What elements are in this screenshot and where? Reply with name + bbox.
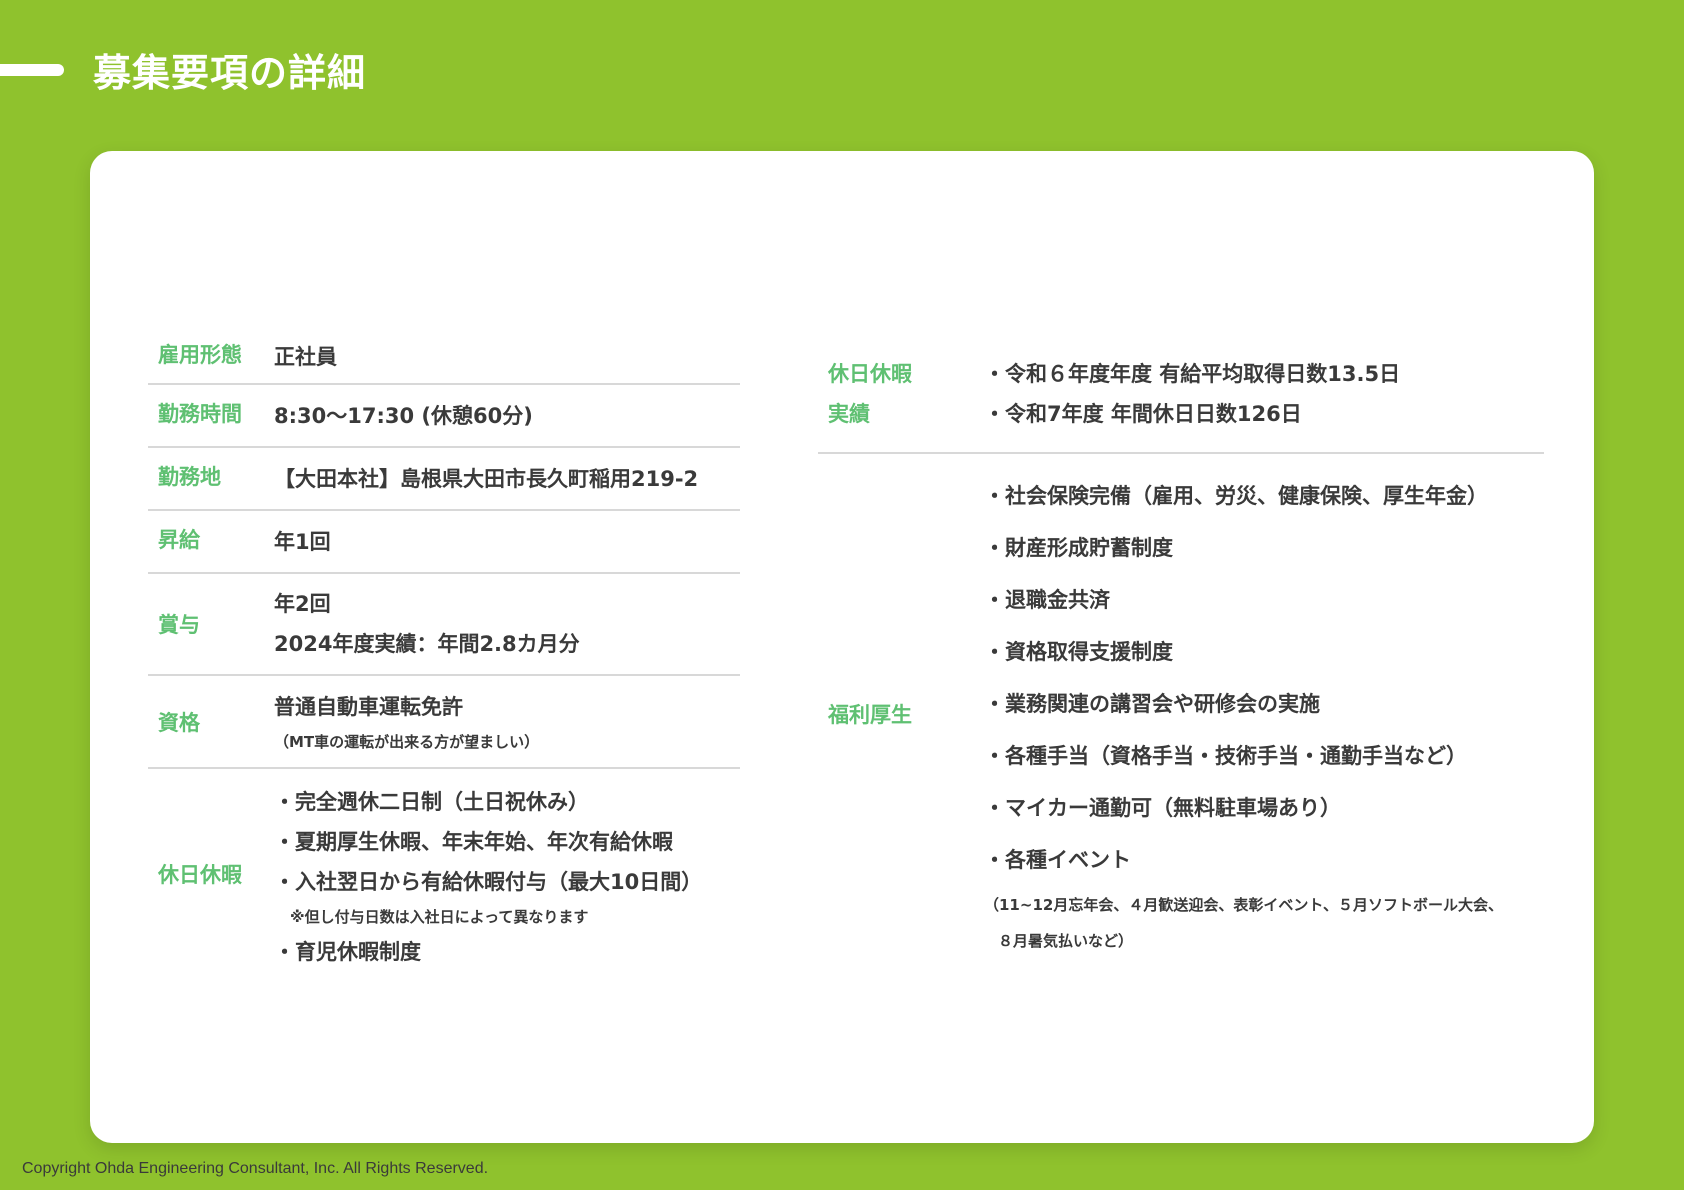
row-note: ８月暑気払いなど） <box>998 932 1134 950</box>
row-note: （11~12月忘年会、４月歓送迎会、表彰イベント、５月ソフトボール大会、 <box>984 896 1504 914</box>
row-raise: 昇給 年1回 <box>148 511 740 574</box>
row-value: ・入社翌日から有給休暇付与（最大10日間） <box>274 870 703 894</box>
row-label: 実績 <box>828 402 870 426</box>
row-label: 勤務地 <box>158 464 221 489</box>
copyright-text: Copyright Ohda Engineering Consultant, I… <box>22 1160 489 1177</box>
row-value: ・業務関連の講習会や研修会の実施 <box>984 692 1320 716</box>
page-title: 募集要項の詳細 <box>93 51 367 95</box>
row-value: ・各種手当（資格手当・技術手当・通勤手当など） <box>984 744 1467 768</box>
row-value: 8:30～17:30 (休憩60分) <box>274 403 533 428</box>
row-value: ・資格取得支援制度 <box>984 640 1173 664</box>
title-accent-bar <box>0 64 64 76</box>
row-value: ・社会保険完備（雇用、労災、健康保険、厚生年金） <box>984 484 1488 508</box>
row-value: ・令和7年度 年間休日日数126日 <box>984 402 1302 426</box>
row-qualification: 資格 普通自動車運転免許 （MT車の運転が出来る方が望ましい） <box>148 676 740 769</box>
left-table: 雇用形態 正社員 勤務時間 8:30～17:30 (休憩60分) 勤務地 【大田… <box>148 330 740 979</box>
row-value: 【大田本社】島根県大田市長久町稲用219-2 <box>274 466 699 491</box>
row-bonus: 賞与 年2回 2024年度実績：年間2.8カ月分 <box>148 574 740 676</box>
row-value: 正社員 <box>274 344 337 369</box>
row-label: 休日休暇 <box>828 362 912 386</box>
row-holidays: 休日休暇 ・完全週休二日制（土日祝休み） ・夏期厚生休暇、年末年始、年次有給休暇… <box>148 769 740 979</box>
row-value: ・完全週休二日制（土日祝休み） <box>274 790 589 814</box>
row-label: 福利厚生 <box>828 703 912 727</box>
row-value: 普通自動車運転免許 <box>274 694 463 719</box>
row-value: 2024年度実績：年間2.8カ月分 <box>274 632 580 656</box>
row-label: 資格 <box>158 710 200 735</box>
row-working-hours: 勤務時間 8:30～17:30 (休憩60分) <box>148 385 740 448</box>
row-value: 年2回 <box>274 592 331 616</box>
row-workplace: 勤務地 【大田本社】島根県大田市長久町稲用219-2 <box>148 448 740 511</box>
row-value: ・各種イベント <box>984 848 1131 872</box>
row-holiday-record: 休日休暇 実績 ・令和６年度年度 有給平均取得日数13.5日 ・令和7年度 年間… <box>818 350 1544 454</box>
row-label: 雇用形態 <box>158 342 242 367</box>
row-note: （MT車の運転が出来る方が望ましい） <box>274 732 540 751</box>
row-value: ・財産形成貯蓄制度 <box>984 536 1173 560</box>
row-label: 勤務時間 <box>158 401 242 426</box>
row-welfare: 福利厚生 ・社会保険完備（雇用、労災、健康保険、厚生年金） ・財産形成貯蓄制度 … <box>818 454 1544 974</box>
row-value: ・令和６年度年度 有給平均取得日数13.5日 <box>984 362 1401 386</box>
row-employment-type: 雇用形態 正社員 <box>148 330 740 385</box>
row-value: ・マイカー通勤可（無料駐車場あり） <box>984 796 1341 820</box>
row-label: 休日休暇 <box>158 863 242 887</box>
row-value: ・育児休暇制度 <box>274 940 421 964</box>
row-value: ・退職金共済 <box>984 588 1110 612</box>
row-label: 賞与 <box>158 613 200 637</box>
row-note: ※但し付与日数は入社日によって異なります <box>290 908 589 926</box>
right-table: 休日休暇 実績 ・令和６年度年度 有給平均取得日数13.5日 ・令和7年度 年間… <box>818 350 1544 974</box>
row-label: 昇給 <box>158 527 200 552</box>
row-value: ・夏期厚生休暇、年末年始、年次有給休暇 <box>274 830 673 854</box>
row-value: 年1回 <box>274 529 331 554</box>
